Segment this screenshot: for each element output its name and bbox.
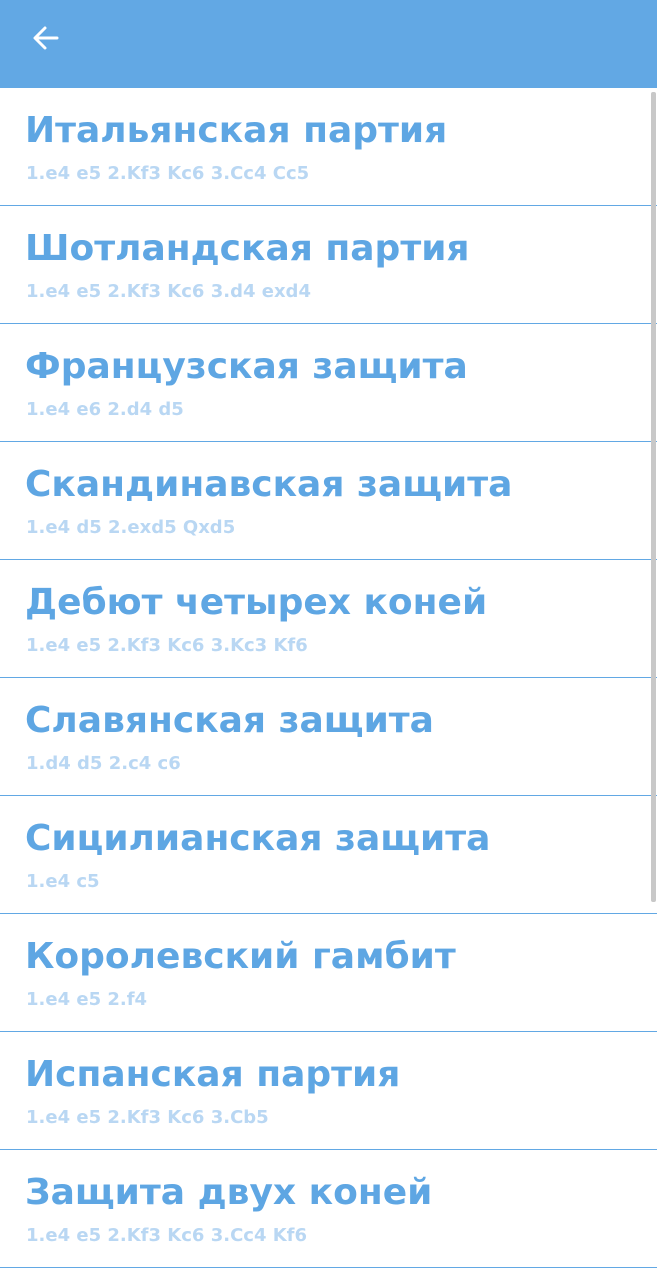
- arrow-left-icon: [31, 23, 61, 57]
- opening-title: Скандинавская защита: [25, 464, 513, 505]
- opening-title: Французская защита: [25, 346, 468, 387]
- list-item[interactable]: Скандинавская защита 1.e4 d5 2.exd5 Qxd5: [0, 442, 657, 560]
- opening-moves: 1.e4 e5 2.Kf3 Kc6 3.Cc4 Cc5: [26, 163, 310, 184]
- opening-moves: 1.d4 d5 2.c4 c6: [26, 753, 181, 774]
- list-item[interactable]: Сицилианская защита 1.e4 c5: [0, 796, 657, 914]
- opening-moves: 1.e4 e5 2.Kf3 Kc6 3.d4 exd4: [26, 281, 311, 302]
- list-item[interactable]: Французская защита 1.e4 e6 2.d4 d5: [0, 324, 657, 442]
- scrollbar[interactable]: [651, 92, 656, 902]
- opening-title: Защита двух коней: [25, 1172, 433, 1213]
- opening-moves: 1.e4 e6 2.d4 d5: [26, 399, 184, 420]
- back-button[interactable]: [22, 18, 70, 62]
- top-app-bar: [0, 0, 657, 88]
- opening-moves: 1.e4 e5 2.Kf3 Kc6 3.Cc4 Kf6: [26, 1225, 308, 1246]
- opening-title: Славянская защита: [25, 700, 434, 741]
- opening-title: Сицилианская защита: [25, 818, 491, 859]
- opening-title: Дебют четырех коней: [25, 582, 488, 623]
- opening-moves: 1.e4 d5 2.exd5 Qxd5: [26, 517, 236, 538]
- opening-moves: 1.e4 e5 2.Kf3 Kc6 3.Cb5: [26, 1107, 269, 1128]
- app-root: Итальянская партия 1.e4 e5 2.Kf3 Kc6 3.C…: [0, 0, 657, 1280]
- opening-title: Королевский гамбит: [25, 936, 456, 977]
- list-item[interactable]: Королевский гамбит 1.e4 e5 2.f4: [0, 914, 657, 1032]
- list-item[interactable]: Славянская защита 1.d4 d5 2.c4 c6: [0, 678, 657, 796]
- opening-moves: 1.e4 e5 2.Kf3 Kc6 3.Kc3 Kf6: [26, 635, 308, 656]
- opening-title: Шотландская партия: [25, 228, 470, 269]
- opening-title: Испанская партия: [25, 1054, 401, 1095]
- list-item[interactable]: Защита двух коней 1.e4 e5 2.Kf3 Kc6 3.Cc…: [0, 1150, 657, 1268]
- opening-moves: 1.e4 e5 2.f4: [26, 989, 148, 1010]
- list-item[interactable]: Итальянская партия 1.e4 e5 2.Kf3 Kc6 3.C…: [0, 88, 657, 206]
- openings-list[interactable]: Итальянская партия 1.e4 e5 2.Kf3 Kc6 3.C…: [0, 88, 657, 1280]
- list-item[interactable]: Дебют четырех коней 1.e4 e5 2.Kf3 Kc6 3.…: [0, 560, 657, 678]
- list-item[interactable]: Испанская партия 1.e4 e5 2.Kf3 Kc6 3.Cb5: [0, 1032, 657, 1150]
- opening-title: Итальянская партия: [25, 110, 448, 151]
- list-item[interactable]: Шотландская партия 1.e4 e5 2.Kf3 Kc6 3.d…: [0, 206, 657, 324]
- opening-moves: 1.e4 c5: [26, 871, 100, 892]
